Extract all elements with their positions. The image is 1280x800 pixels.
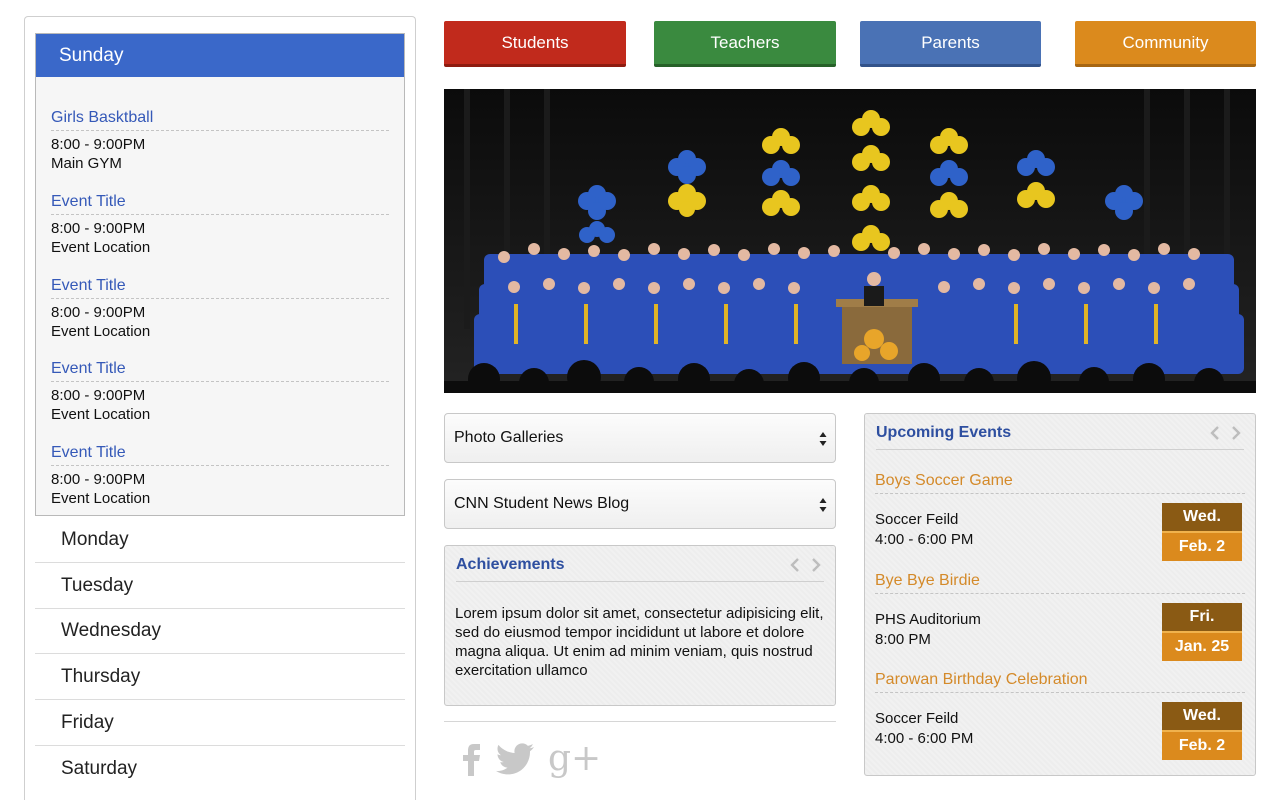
chevron-left-icon[interactable] [790, 558, 799, 572]
community-button[interactable]: Community [1075, 21, 1256, 67]
date-badge-date: Feb. 2 [1162, 730, 1242, 760]
photo-galleries-select[interactable]: Photo Galleries [444, 413, 836, 463]
graduation-photo-illustration [444, 89, 1256, 393]
achievements-pager [790, 558, 821, 572]
date-badge-day: Fri. [1162, 603, 1242, 631]
day-row-thursday[interactable]: Thursday [35, 654, 405, 700]
weekly-calendar: Sunday Girls Basktball 8:00 - 9:00PM Mai… [24, 16, 416, 800]
facebook-icon[interactable] [460, 738, 482, 780]
student-news-blog-select[interactable]: CNN Student News Blog [444, 479, 836, 529]
twitter-icon[interactable] [493, 738, 537, 780]
calendar-event: Event Title 8:00 - 9:00PM Event Location [51, 276, 389, 341]
teachers-button[interactable]: Teachers [654, 21, 836, 67]
upcoming-event: Boys Soccer Game Soccer Feild 4:00 - 6:0… [875, 471, 1245, 561]
event-time: 8:00 - 9:00PM [51, 471, 146, 488]
achievements-text: Lorem ipsum dolor sit amet, consectetur … [455, 605, 824, 679]
event-location: Event Location [51, 239, 151, 256]
event-time: 8:00 - 9:00PM [51, 304, 146, 321]
event-location: Event Location [51, 323, 151, 340]
chevron-left-icon[interactable] [1210, 426, 1219, 440]
achievements-divider [456, 581, 824, 582]
event-time: 8:00 - 9:00PM [51, 220, 146, 237]
day-row-wednesday[interactable]: Wednesday [35, 608, 405, 654]
social-divider [444, 721, 836, 722]
day-row-monday[interactable]: Monday [35, 517, 405, 563]
upcoming-event-title[interactable]: Boys Soccer Game [875, 471, 1245, 494]
google-plus-icon[interactable]: g+ [548, 738, 601, 780]
event-time: 8:00 - 9:00PM [51, 387, 146, 404]
select-arrows-icon [819, 432, 827, 446]
calendar-event: Girls Basktball 8:00 - 9:00PM Main GYM [51, 108, 389, 173]
event-title-link[interactable]: Event Title [51, 359, 389, 382]
date-badge: Fri. Jan. 25 [1162, 603, 1242, 661]
date-badge-day: Wed. [1162, 702, 1242, 730]
day-row-tuesday[interactable]: Tuesday [35, 563, 405, 609]
event-title-link[interactable]: Event Title [51, 443, 389, 466]
event-title-link[interactable]: Event Title [51, 276, 389, 299]
parents-button[interactable]: Parents [860, 21, 1041, 67]
upcoming-event: Bye Bye Birdie PHS Auditorium 8:00 PM Fr… [875, 571, 1245, 661]
event-title-link[interactable]: Girls Basktball [51, 108, 389, 131]
select-arrows-icon [819, 498, 827, 512]
day-row-friday[interactable]: Friday [35, 700, 405, 746]
date-badge: Wed. Feb. 2 [1162, 702, 1242, 760]
upcoming-event-title[interactable]: Parowan Birthday Celebration [875, 670, 1245, 693]
upcoming-event: Parowan Birthday Celebration Soccer Feil… [875, 670, 1245, 760]
day-header[interactable]: Sunday [36, 34, 404, 77]
calendar-event: Event Title 8:00 - 9:00PM Event Location [51, 359, 389, 424]
day-row-saturday[interactable]: Saturday [35, 746, 405, 792]
event-title-link[interactable]: Event Title [51, 192, 389, 215]
chevron-right-icon[interactable] [812, 558, 821, 572]
event-location: Event Location [51, 406, 151, 423]
event-time: 8:00 - 9:00PM [51, 136, 146, 153]
date-badge-date: Feb. 2 [1162, 531, 1242, 561]
day-panel-sunday: Sunday Girls Basktball 8:00 - 9:00PM Mai… [35, 33, 405, 516]
achievements-title: Achievements [456, 556, 565, 573]
event-location: Main GYM [51, 155, 122, 172]
students-button[interactable]: Students [444, 21, 626, 67]
date-badge-day: Wed. [1162, 503, 1242, 531]
calendar-event: Event Title 8:00 - 9:00PM Event Location [51, 443, 389, 508]
upcoming-event-title[interactable]: Bye Bye Birdie [875, 571, 1245, 594]
upcoming-divider [876, 449, 1244, 450]
upcoming-pager [1210, 426, 1241, 440]
date-badge: Wed. Feb. 2 [1162, 503, 1242, 561]
date-badge-date: Jan. 25 [1162, 631, 1242, 661]
event-location: Event Location [51, 490, 151, 507]
upcoming-events-title: Upcoming Events [876, 424, 1012, 441]
student-news-blog-select-value: CNN Student News Blog [454, 495, 630, 512]
chevron-right-icon[interactable] [1232, 426, 1241, 440]
upcoming-events-card: Upcoming Events Boys Soccer Game Soccer … [864, 413, 1256, 776]
achievements-card: Achievements Lorem ipsum dolor sit amet,… [444, 545, 836, 706]
photo-galleries-select-value: Photo Galleries [454, 429, 564, 446]
calendar-event: Event Title 8:00 - 9:00PM Event Location [51, 192, 389, 257]
hero-graduation-photo [444, 89, 1256, 393]
